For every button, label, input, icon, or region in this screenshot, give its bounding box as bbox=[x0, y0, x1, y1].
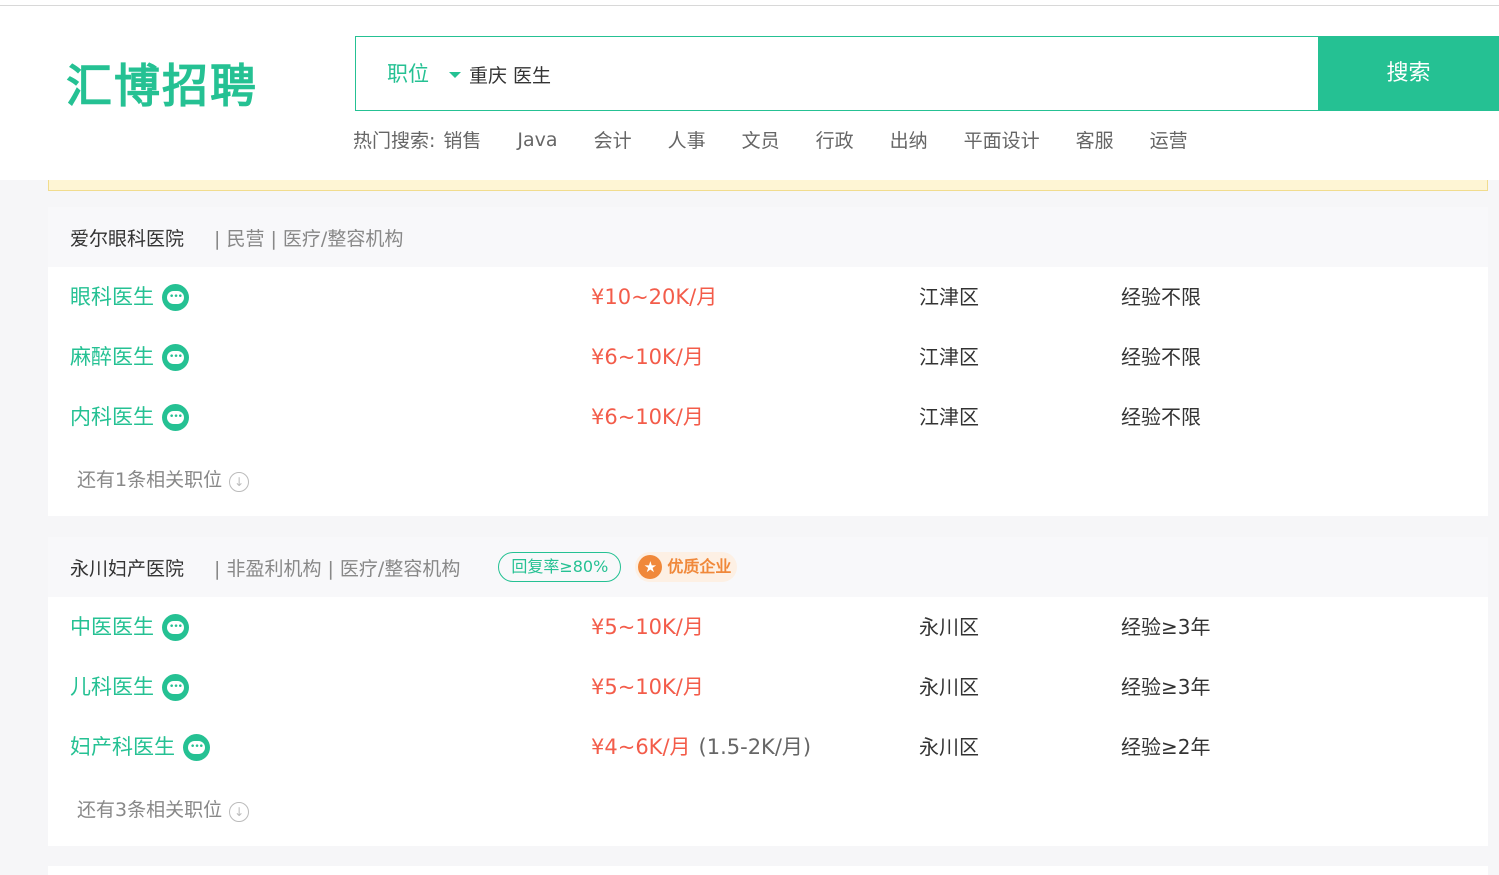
hot-search-link[interactable]: 客服 bbox=[1076, 126, 1114, 153]
hot-search-link[interactable]: 行政 bbox=[816, 126, 854, 153]
hot-searches: 热门搜索: 销售 Java 会计 人事 文员 行政 出纳 平面设计 客服 运营 bbox=[353, 126, 1224, 153]
job-salary: ¥5~10K/月 bbox=[591, 672, 704, 702]
company-header: 永川妇产医院 | 非盈利机构 | 医疗/整容机构 回复率≥80% ★ 优质企业 bbox=[48, 537, 1488, 597]
chat-icon[interactable] bbox=[183, 733, 210, 761]
salary-value: ¥6~10K/月 bbox=[591, 405, 704, 429]
job-salary: ¥5~10K/月 bbox=[591, 612, 704, 642]
more-jobs-text[interactable]: 还有3条相关职位 bbox=[77, 795, 222, 822]
site-header: 汇博招聘 职位 搜索 热门搜索: 销售 Java 会计 人事 文员 行政 出纳 … bbox=[0, 6, 1499, 180]
job-title-link[interactable]: 眼科医生 bbox=[70, 282, 189, 312]
job-experience: 经验不限 bbox=[1121, 345, 1201, 369]
salary-value: ¥5~10K/月 bbox=[591, 615, 704, 639]
job-row[interactable]: 眼科医生 ¥10~20K/月 江津区 经验不限 bbox=[48, 267, 1488, 327]
job-title-link[interactable]: 妇产科医生 bbox=[70, 732, 210, 762]
arrow-down-circle-icon[interactable]: ↓ bbox=[229, 802, 250, 822]
quality-badge: ★ 优质企业 bbox=[635, 552, 738, 582]
job-salary: ¥10~20K/月 bbox=[591, 282, 717, 312]
search-box: 职位 bbox=[355, 36, 1319, 111]
company-name[interactable]: 爱尔眼科医院 bbox=[70, 224, 184, 251]
notice-bar bbox=[48, 180, 1488, 191]
job-row[interactable]: 内科医生 ¥6~10K/月 江津区 经验不限 bbox=[48, 387, 1488, 447]
job-title[interactable]: 麻醉医生 bbox=[70, 342, 154, 372]
job-row[interactable]: 麻醉医生 ¥6~10K/月 江津区 经验不限 bbox=[48, 327, 1488, 387]
job-title[interactable]: 眼科医生 bbox=[70, 282, 154, 312]
hot-searches-label: 热门搜索: bbox=[353, 130, 436, 152]
job-salary: ¥6~10K/月 bbox=[591, 402, 704, 432]
job-experience: 经验≥2年 bbox=[1121, 735, 1211, 759]
company-card: 爱尔眼科医院 | 民营 | 医疗/整容机构 眼科医生 ¥10~20K/月 江津区… bbox=[48, 207, 1488, 516]
job-district: 永川区 bbox=[919, 735, 979, 759]
job-district: 江津区 bbox=[919, 285, 979, 309]
job-title-link[interactable]: 儿科医生 bbox=[70, 672, 189, 702]
job-title[interactable]: 妇产科医生 bbox=[70, 732, 175, 762]
hot-search-link[interactable]: 人事 bbox=[668, 126, 706, 153]
hot-search-link[interactable]: 出纳 bbox=[890, 126, 928, 153]
company-meta: | 民营 | 医疗/整容机构 bbox=[214, 227, 404, 250]
more-jobs-text[interactable]: 还有1条相关职位 bbox=[77, 465, 222, 492]
company-card: 永川妇产医院 | 非盈利机构 | 医疗/整容机构 回复率≥80% ★ 优质企业 … bbox=[48, 537, 1488, 846]
job-title-link[interactable]: 中医医生 bbox=[70, 612, 189, 642]
star-icon: ★ bbox=[638, 555, 663, 579]
job-row[interactable]: 妇产科医生 ¥4~6K/月 (1.5-2K/月) 永川区 经验≥2年 bbox=[48, 717, 1488, 777]
job-salary: ¥6~10K/月 bbox=[591, 342, 704, 372]
arrow-down-circle-icon[interactable]: ↓ bbox=[229, 472, 250, 492]
job-experience: 经验不限 bbox=[1121, 405, 1201, 429]
chat-icon[interactable] bbox=[162, 343, 189, 371]
job-row[interactable]: 儿科医生 ¥5~10K/月 永川区 经验≥3年 bbox=[48, 657, 1488, 717]
job-district: 永川区 bbox=[919, 675, 979, 699]
chat-icon[interactable] bbox=[162, 283, 189, 311]
chevron-down-icon[interactable] bbox=[449, 72, 461, 78]
job-experience: 经验不限 bbox=[1121, 285, 1201, 309]
company-name[interactable]: 永川妇产医院 bbox=[70, 554, 184, 581]
chat-icon[interactable] bbox=[162, 403, 189, 431]
salary-value: ¥5~10K/月 bbox=[591, 675, 704, 699]
job-row[interactable]: 中医医生 ¥5~10K/月 永川区 经验≥3年 bbox=[48, 597, 1488, 657]
chat-icon[interactable] bbox=[162, 673, 189, 701]
site-logo[interactable]: 汇博招聘 bbox=[66, 56, 258, 116]
job-district: 江津区 bbox=[919, 405, 979, 429]
salary-value: ¥6~10K/月 bbox=[591, 345, 704, 369]
salary-value: ¥10~20K/月 bbox=[591, 285, 718, 309]
hot-search-link[interactable]: 运营 bbox=[1150, 126, 1188, 153]
job-experience: 经验≥3年 bbox=[1121, 675, 1211, 699]
job-district: 永川区 bbox=[919, 615, 979, 639]
job-salary: ¥4~6K/月 (1.5-2K/月) bbox=[591, 732, 811, 762]
hot-search-link[interactable]: 平面设计 bbox=[964, 126, 1040, 153]
more-jobs-link[interactable]: 还有3条相关职位 ↓ bbox=[48, 777, 1488, 846]
chat-icon[interactable] bbox=[162, 613, 189, 641]
salary-extra: (1.5-2K/月) bbox=[698, 735, 812, 759]
hot-search-link[interactable]: 会计 bbox=[594, 126, 632, 153]
hot-search-link[interactable]: 销售 bbox=[443, 126, 481, 153]
job-title-link[interactable]: 内科医生 bbox=[70, 402, 189, 432]
job-title-link[interactable]: 麻醉医生 bbox=[70, 342, 189, 372]
search-button[interactable]: 搜索 bbox=[1318, 36, 1499, 111]
company-meta: | 非盈利机构 | 医疗/整容机构 bbox=[214, 557, 461, 580]
search-type-select[interactable]: 职位 bbox=[387, 59, 429, 89]
hot-search-link[interactable]: Java bbox=[517, 129, 557, 151]
job-title[interactable]: 内科医生 bbox=[70, 402, 154, 432]
salary-value: ¥4~6K/月 bbox=[591, 735, 691, 759]
search-input[interactable] bbox=[469, 57, 1289, 91]
reply-rate-badge: 回复率≥80% bbox=[498, 552, 622, 582]
hot-search-link[interactable]: 文员 bbox=[742, 126, 780, 153]
next-company-card bbox=[48, 866, 1488, 875]
job-district: 江津区 bbox=[919, 345, 979, 369]
quality-badge-label: 优质企业 bbox=[667, 557, 732, 576]
more-jobs-link[interactable]: 还有1条相关职位 ↓ bbox=[48, 447, 1488, 516]
job-title[interactable]: 中医医生 bbox=[70, 612, 154, 642]
job-experience: 经验≥3年 bbox=[1121, 615, 1211, 639]
company-header: 爱尔眼科医院 | 民营 | 医疗/整容机构 bbox=[48, 207, 1488, 267]
job-title[interactable]: 儿科医生 bbox=[70, 672, 154, 702]
